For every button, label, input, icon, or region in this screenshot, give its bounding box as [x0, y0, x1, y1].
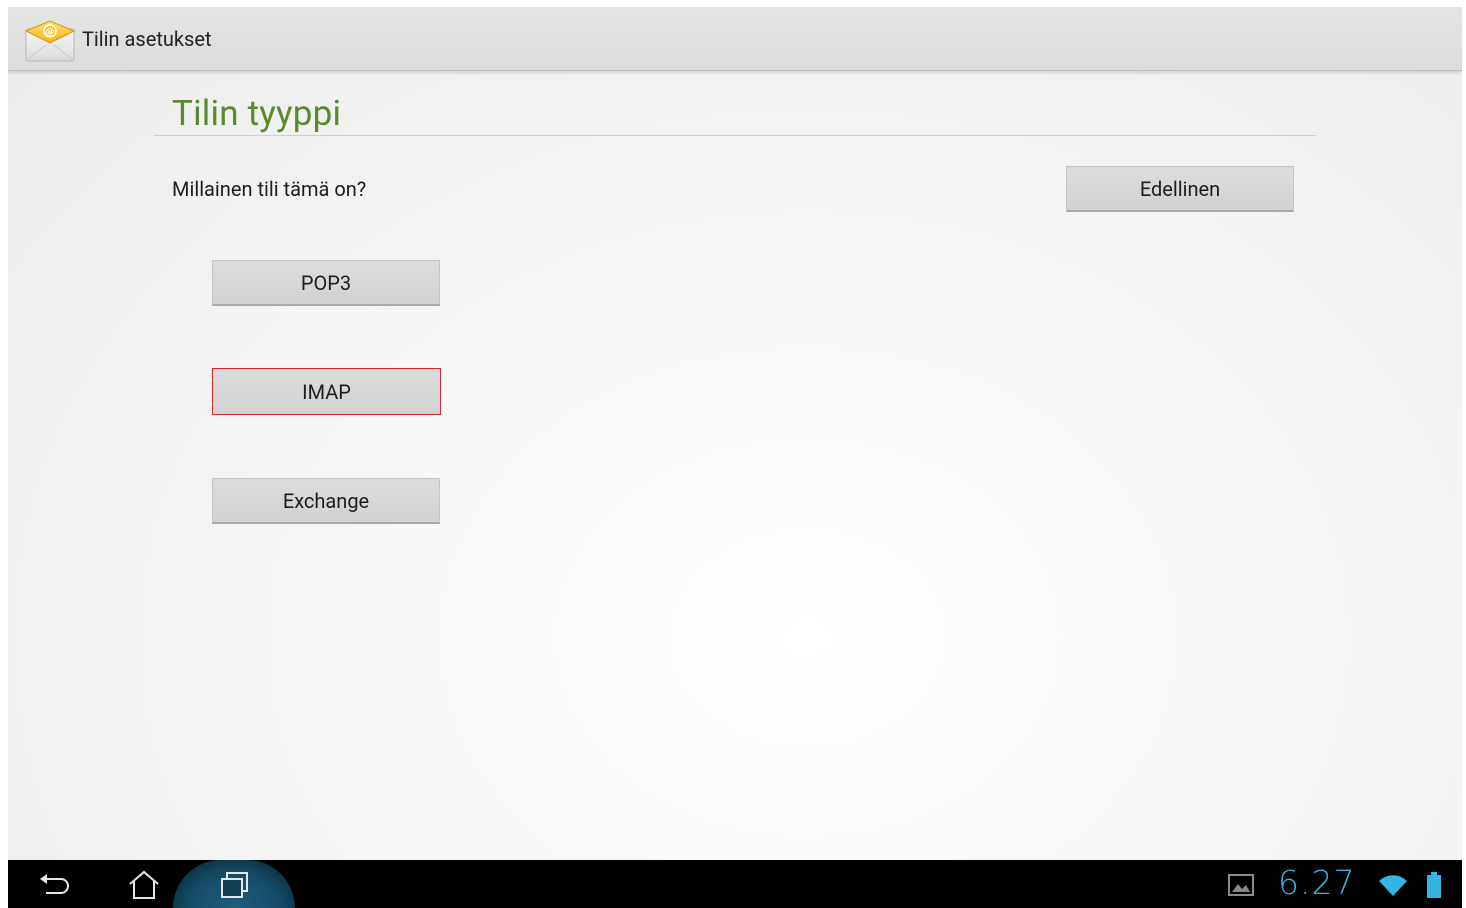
email-icon[interactable]: @	[24, 19, 76, 63]
screenshot-notification-icon[interactable]	[1228, 873, 1254, 897]
clock: 6.27	[1278, 863, 1356, 902]
system-navigation-bar: 6.27	[8, 860, 1462, 908]
title-divider	[154, 135, 1316, 136]
action-bar-title: Tilin asetukset	[82, 27, 212, 51]
action-bar: @ Tilin asetukset	[8, 7, 1462, 71]
wifi-icon	[1379, 875, 1407, 896]
svg-text:@: @	[46, 28, 55, 38]
exchange-button[interactable]: Exchange	[212, 478, 440, 524]
screen: @ Tilin asetukset Tilin tyyppi Millainen…	[8, 7, 1462, 908]
recent-apps-icon[interactable]	[218, 869, 252, 901]
pop3-button[interactable]: POP3	[212, 260, 440, 306]
previous-button[interactable]: Edellinen	[1066, 166, 1294, 212]
account-type-question: Millainen tili tämä on?	[172, 177, 367, 201]
imap-button[interactable]: IMAP	[212, 368, 441, 415]
back-icon[interactable]	[36, 869, 70, 901]
page-title: Tilin tyyppi	[172, 93, 342, 134]
home-icon[interactable]	[127, 869, 161, 901]
battery-icon	[1427, 872, 1441, 898]
